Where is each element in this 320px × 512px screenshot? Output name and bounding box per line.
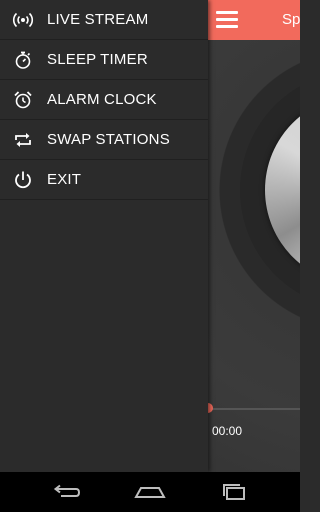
drawer-item-label: EXIT [47, 171, 82, 188]
system-nav-bar [0, 472, 300, 512]
drawer-item-swap-stations[interactable]: SWAP STATIONS [0, 120, 208, 160]
drawer-item-label: SLEEP TIMER [47, 51, 148, 68]
home-icon[interactable] [133, 480, 167, 504]
broadcast-icon [12, 9, 34, 31]
drawer-item-alarm-clock[interactable]: ALARM CLOCK [0, 80, 208, 120]
elapsed-time: 00:00 [212, 424, 243, 438]
navigation-drawer: LIVE STREAM SLEEP TIMER ALARM CLOCK SWAP… [0, 0, 208, 472]
power-icon [12, 169, 34, 191]
drawer-item-exit[interactable]: EXIT [0, 160, 208, 200]
back-icon[interactable] [50, 480, 84, 504]
stopwatch-icon [12, 49, 34, 71]
drawer-item-label: SWAP STATIONS [47, 131, 170, 148]
seek-bar[interactable] [208, 408, 300, 410]
drawer-item-live-stream[interactable]: LIVE STREAM [0, 0, 208, 40]
drawer-item-sleep-timer[interactable]: SLEEP TIMER [0, 40, 208, 80]
swap-icon [12, 129, 34, 151]
recent-apps-icon[interactable] [217, 480, 251, 504]
app-title: Sp [282, 11, 300, 28]
alarm-clock-icon [12, 89, 34, 111]
menu-icon[interactable] [216, 10, 238, 30]
drawer-item-label: ALARM CLOCK [47, 91, 157, 108]
drawer-item-label: LIVE STREAM [47, 11, 149, 28]
